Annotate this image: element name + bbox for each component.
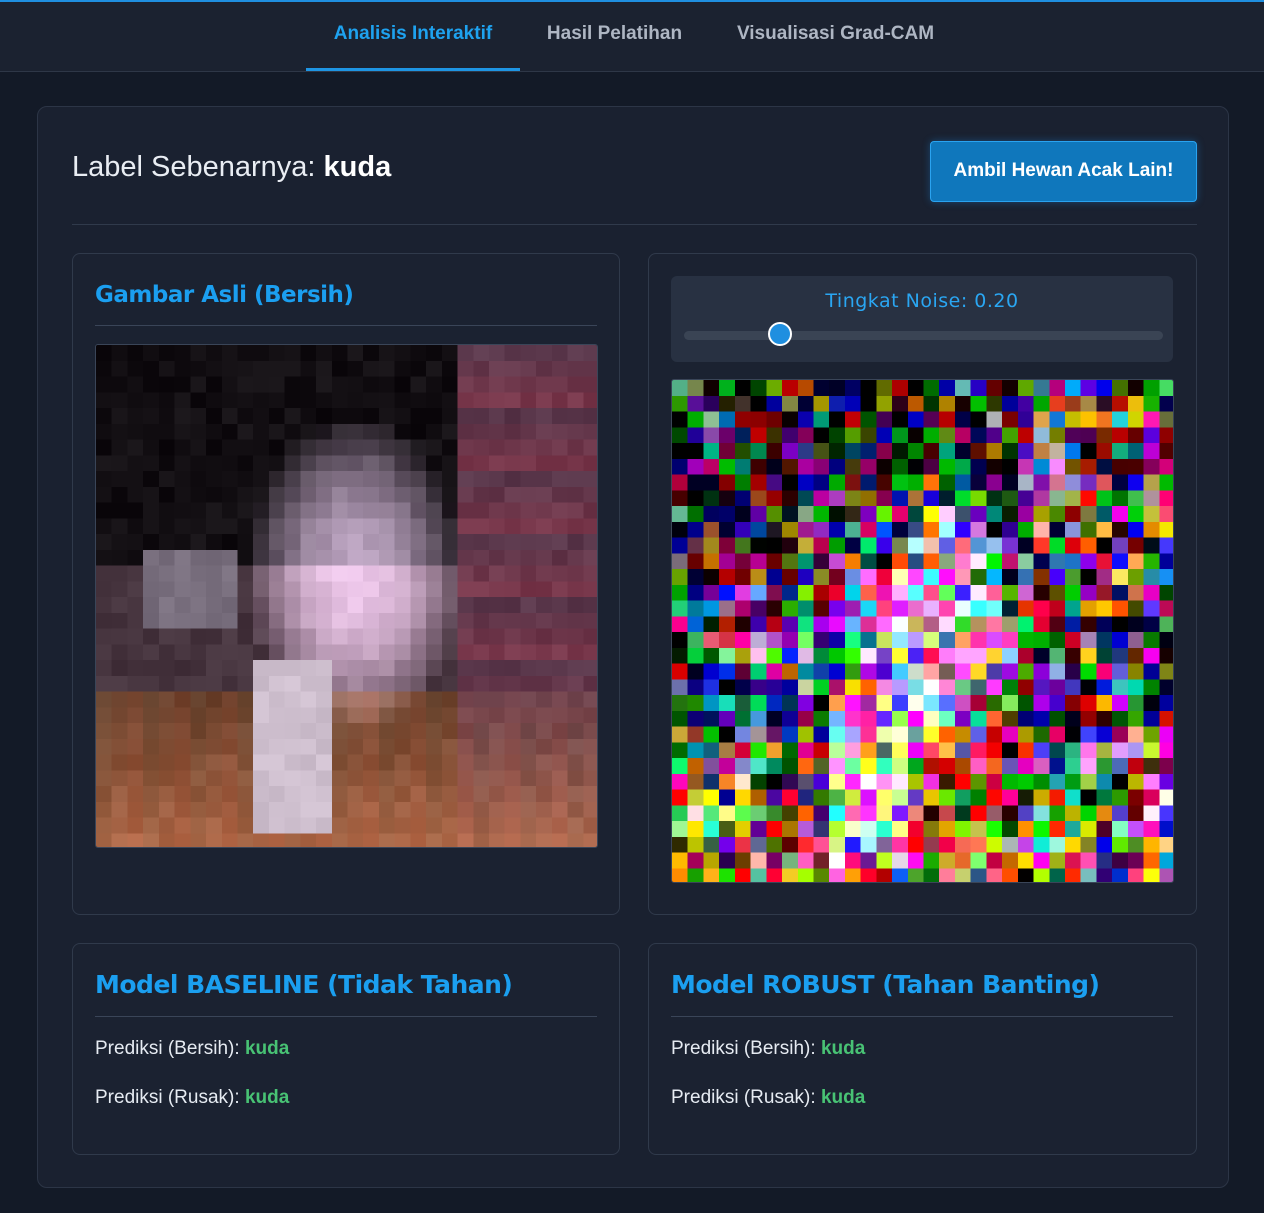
tab-visualisasi-grad-cam[interactable]: Visualisasi Grad-CAM xyxy=(722,2,949,71)
noise-level-label: Tingkat Noise: 0.20 xyxy=(671,290,1173,312)
card-divider xyxy=(95,1016,597,1017)
prediction-label: Prediksi (Bersih): xyxy=(671,1038,816,1059)
noise-level-value: 0.20 xyxy=(974,290,1019,312)
robust-clean-prediction: Prediksi (Bersih): kuda xyxy=(671,1038,865,1060)
original-image-card: Gambar Asli (Bersih) xyxy=(72,253,620,915)
horse-photo-icon xyxy=(96,345,597,847)
robust-model-title: Model ROBUST (Tahan Banting) xyxy=(671,970,1100,999)
prediction-label: Prediksi (Rusak): xyxy=(95,1087,240,1108)
prediction-label: Prediksi (Bersih): xyxy=(95,1038,240,1059)
noise-control: Tingkat Noise: 0.20 xyxy=(671,276,1173,362)
original-image xyxy=(95,344,598,848)
robust-noisy-prediction: Prediksi (Rusak): kuda xyxy=(671,1087,865,1109)
tab-analisis-interaktif[interactable]: Analisis Interaktif xyxy=(306,2,520,71)
noisy-horse-photo-icon xyxy=(672,380,1173,882)
card-divider xyxy=(671,1016,1173,1017)
true-label-value: kuda xyxy=(323,151,392,183)
noise-slider-handle[interactable] xyxy=(767,322,792,346)
true-label-prefix: Label Sebenarnya: xyxy=(72,151,316,183)
noisy-image-card: Tingkat Noise: 0.20 xyxy=(648,253,1197,915)
prediction-value: kuda xyxy=(244,1087,290,1108)
prediction-label: Prediksi (Rusak): xyxy=(671,1087,816,1108)
noise-level-prefix: Tingkat Noise: xyxy=(825,290,968,312)
tab-hasil-pelatihan[interactable]: Hasil Pelatihan xyxy=(533,2,696,71)
baseline-noisy-prediction: Prediksi (Rusak): kuda xyxy=(95,1087,289,1109)
baseline-model-title: Model BASELINE (Tidak Tahan) xyxy=(95,970,513,999)
noise-slider-track[interactable] xyxy=(684,331,1163,340)
random-animal-button[interactable]: Ambil Hewan Acak Lain! xyxy=(930,141,1197,202)
card-divider xyxy=(95,325,597,326)
noisy-image xyxy=(671,379,1174,883)
tab-bar: Analisis Interaktif Hasil Pelatihan Visu… xyxy=(0,2,1264,72)
prediction-value: kuda xyxy=(820,1087,866,1108)
prediction-value: kuda xyxy=(820,1038,866,1059)
prediction-value: kuda xyxy=(244,1038,290,1059)
true-label-heading: Label Sebenarnya: kuda xyxy=(72,151,391,184)
analysis-panel: Label Sebenarnya: kuda Ambil Hewan Acak … xyxy=(37,106,1229,1188)
baseline-clean-prediction: Prediksi (Bersih): kuda xyxy=(95,1038,289,1060)
original-image-title: Gambar Asli (Bersih) xyxy=(95,282,354,308)
robust-model-card: Model ROBUST (Tahan Banting) Prediksi (B… xyxy=(648,943,1197,1155)
header-divider xyxy=(72,224,1197,225)
baseline-model-card: Model BASELINE (Tidak Tahan) Prediksi (B… xyxy=(72,943,620,1155)
